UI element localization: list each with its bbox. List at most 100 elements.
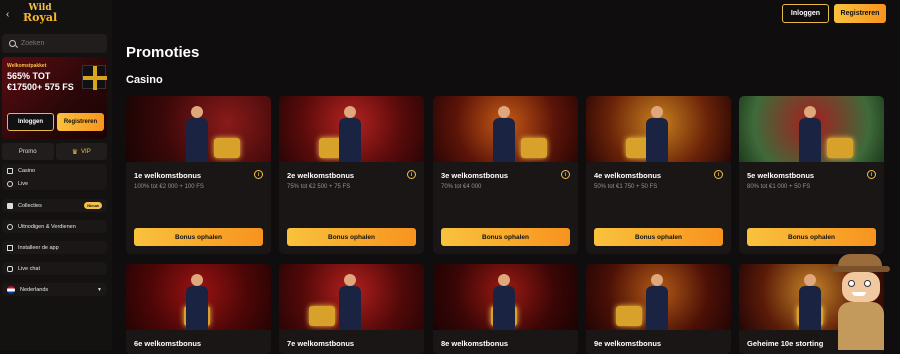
promo-card[interactable]: 7e welkomstbonus bbox=[279, 264, 424, 354]
promo-card-image bbox=[279, 264, 424, 330]
info-icon[interactable]: i bbox=[561, 170, 570, 179]
promo-card-image bbox=[739, 96, 884, 162]
character-figure bbox=[493, 106, 515, 162]
new-badge: Nieuw bbox=[84, 202, 102, 209]
promo-card-title: 4e welkomstbonus bbox=[594, 171, 662, 180]
promo-card-title: 3e welkomstbonus bbox=[441, 171, 509, 180]
promo-card-title: 2e welkomstbonus bbox=[287, 171, 355, 180]
info-icon[interactable]: i bbox=[254, 170, 263, 179]
collections-icon bbox=[7, 202, 13, 209]
promo-card-image bbox=[279, 96, 424, 162]
info-icon[interactable]: i bbox=[714, 170, 723, 179]
sidebar-tabs: Promo ♛ VIP bbox=[2, 143, 107, 160]
page-title: Promoties bbox=[126, 44, 200, 61]
mascot-character[interactable] bbox=[832, 248, 892, 350]
search-input[interactable] bbox=[21, 40, 91, 47]
wild-royal-logo[interactable]: Wild Royal bbox=[23, 3, 57, 23]
claim-bonus-button[interactable]: Bonus ophalen bbox=[747, 228, 876, 246]
promo-card-description: 100% tot €2 000 + 100 FS bbox=[134, 184, 204, 190]
language-selector[interactable]: Nederlands ▼ bbox=[2, 283, 107, 296]
promo-card[interactable]: 1e welkomstbonus i 100% tot €2 000 + 100 F… bbox=[126, 96, 271, 254]
gold-prize-icon bbox=[616, 306, 642, 326]
section-title: Casino bbox=[126, 74, 163, 86]
nav-group-games: Casino Live bbox=[2, 164, 107, 190]
info-icon[interactable]: i bbox=[867, 170, 876, 179]
promo-card-image bbox=[433, 264, 578, 330]
nav-collections[interactable]: Collecties Nieuw bbox=[2, 199, 107, 212]
character-figure bbox=[799, 274, 821, 330]
promo-card-title: Geheime 10e storting bbox=[747, 339, 824, 348]
tab-vip[interactable]: ♛ VIP bbox=[55, 143, 107, 160]
nav-chat[interactable]: Live chat bbox=[2, 262, 107, 275]
crown-icon: ♛ bbox=[71, 148, 79, 156]
gift-box-icon bbox=[82, 65, 107, 90]
promo-card-description: 75% tot €2 500 + 75 FS bbox=[287, 184, 351, 190]
promo-card[interactable]: 2e welkomstbonus i 75% tot €2 500 + 75 FS B… bbox=[279, 96, 424, 254]
netherlands-flag-icon bbox=[7, 285, 15, 294]
login-button[interactable]: Inloggen bbox=[782, 4, 829, 23]
tab-promo[interactable]: Promo bbox=[2, 143, 54, 160]
promo-card-description: 80% tot €1 000 + 50 FS bbox=[747, 184, 811, 190]
sidebar-item-casino[interactable]: Casino bbox=[2, 164, 107, 177]
sidebar-item-live[interactable]: Live bbox=[2, 177, 107, 190]
promo-card-image bbox=[586, 264, 731, 330]
promo-card-image bbox=[126, 96, 271, 162]
search-box[interactable] bbox=[2, 34, 107, 53]
claim-bonus-button[interactable]: Bonus ophalen bbox=[134, 228, 263, 246]
gold-chest-icon bbox=[521, 138, 547, 158]
promo-card-description: 50% tot €1 750 + 50 FS bbox=[594, 184, 658, 190]
promo-login-button[interactable]: Inloggen bbox=[7, 113, 54, 131]
claim-bonus-button[interactable]: Bonus ophalen bbox=[287, 228, 416, 246]
welcome-package-banner[interactable]: Welkomstpakket 565% TOT €17500+ 575 FS I… bbox=[2, 57, 107, 139]
sidebar-item-collections[interactable]: Collecties Nieuw bbox=[2, 199, 107, 212]
nav-install[interactable]: Installeer de app bbox=[2, 241, 107, 254]
gold-chest-icon bbox=[214, 138, 240, 158]
top-bar: ‹ Wild Royal Inloggen Registreren bbox=[0, 0, 900, 30]
promo-card[interactable]: 5e welkomstbonus i 80% tot €1 000 + 50 FS B… bbox=[739, 96, 884, 254]
claim-bonus-button[interactable]: Bonus ophalen bbox=[594, 228, 723, 246]
chevron-down-icon: ▼ bbox=[97, 286, 102, 293]
back-arrow-icon[interactable]: ‹ bbox=[6, 9, 9, 20]
gold-chest-icon bbox=[827, 138, 853, 158]
search-icon bbox=[9, 40, 16, 47]
promo-card-image bbox=[586, 96, 731, 162]
promo-card[interactable]: 6e welkomstbonus bbox=[126, 264, 271, 354]
promo-card-title: 7e welkomstbonus bbox=[287, 339, 355, 348]
promo-card-title: 8e welkomstbonus bbox=[441, 339, 509, 348]
promo-register-button[interactable]: Registreren bbox=[57, 113, 104, 131]
sidebar-item-live-chat[interactable]: Live chat bbox=[2, 262, 107, 275]
promo-card-title: 9e welkomstbonus bbox=[594, 339, 662, 348]
character-figure bbox=[646, 106, 668, 162]
gold-prize-icon bbox=[309, 306, 335, 326]
promo-card[interactable]: 3e welkomstbonus i 70% tot €4 000 Bonus oph… bbox=[433, 96, 578, 254]
character-figure bbox=[493, 274, 515, 330]
promo-card[interactable]: 4e welkomstbonus i 50% tot €1 750 + 50 FS B… bbox=[586, 96, 731, 254]
promo-card-image bbox=[126, 264, 271, 330]
sidebar-item-invite[interactable]: Uitnodigen & Verdienen bbox=[2, 220, 107, 233]
promo-kicker: Welkomstpakket bbox=[7, 63, 47, 69]
promo-card-description: 70% tot €4 000 bbox=[441, 184, 482, 190]
character-figure bbox=[339, 106, 361, 162]
character-figure bbox=[186, 274, 208, 330]
live-icon bbox=[7, 180, 13, 187]
character-figure bbox=[339, 274, 361, 330]
info-icon[interactable]: i bbox=[407, 170, 416, 179]
claim-bonus-button[interactable]: Bonus ophalen bbox=[441, 228, 570, 246]
character-figure bbox=[799, 106, 821, 162]
promo-card[interactable]: 9e welkomstbonus bbox=[586, 264, 731, 354]
promo-card-title: 6e welkomstbonus bbox=[134, 339, 202, 348]
sidebar-item-install-app[interactable]: Installeer de app bbox=[2, 241, 107, 254]
promo-card-title: 5e welkomstbonus bbox=[747, 171, 815, 180]
character-figure bbox=[646, 274, 668, 330]
invite-icon bbox=[7, 223, 13, 230]
nav-invite[interactable]: Uitnodigen & Verdienen bbox=[2, 220, 107, 233]
promo-card[interactable]: 8e welkomstbonus bbox=[433, 264, 578, 354]
character-figure bbox=[186, 106, 208, 162]
register-button[interactable]: Registreren bbox=[834, 4, 886, 23]
sidebar-item-language[interactable]: Nederlands ▼ bbox=[2, 283, 107, 296]
promo-amount: €17500+ 575 FS bbox=[7, 82, 74, 92]
promo-card-title: 1e welkomstbonus bbox=[134, 171, 202, 180]
promo-headline: 565% TOT bbox=[7, 71, 51, 81]
chat-icon bbox=[7, 265, 13, 272]
casino-icon bbox=[7, 167, 13, 174]
